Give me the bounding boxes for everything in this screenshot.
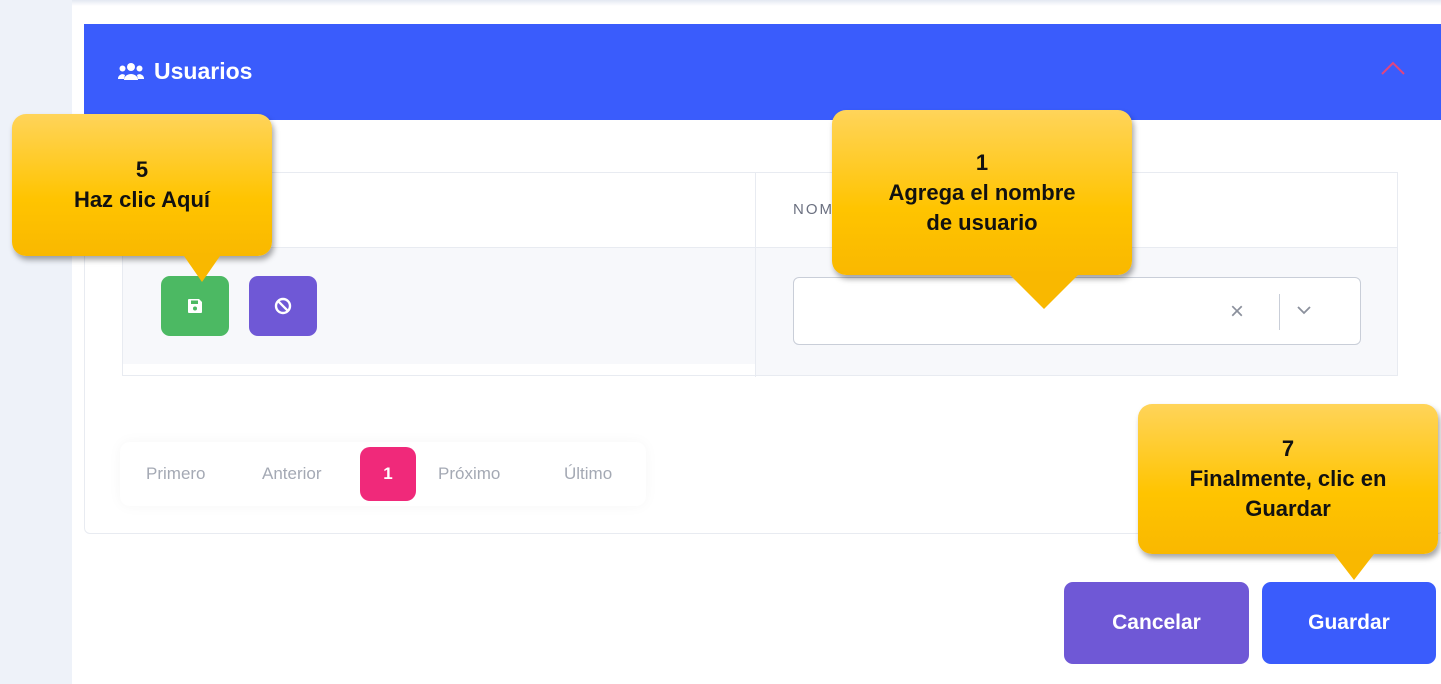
page-previous-link[interactable]: Anterior [262, 464, 322, 484]
users-icon [118, 62, 144, 80]
page-next-link[interactable]: Próximo [438, 464, 500, 484]
page-current-button[interactable]: 1 [360, 447, 416, 501]
chevron-up-icon[interactable] [1380, 60, 1406, 76]
pagination: Primero Anterior 1 Próximo Último [120, 442, 646, 506]
page-first-link[interactable]: Primero [146, 464, 206, 484]
callout-step-1: 1 Agrega el nombre de usuario [832, 110, 1132, 309]
panel-title: Usuarios [118, 58, 252, 85]
callout-5-pointer [184, 256, 220, 282]
floppy-disk-icon [188, 299, 202, 313]
callout-7-line2: Guardar [1245, 496, 1331, 521]
ban-icon [274, 297, 292, 315]
callout-7-line1: Finalmente, clic en [1189, 466, 1387, 491]
save-button[interactable]: Guardar [1262, 582, 1436, 664]
select-separator [1279, 294, 1280, 330]
callout-1-number: 1 [975, 149, 989, 175]
callout-5-number: 5 [135, 157, 149, 182]
save-row-button[interactable] [161, 276, 229, 336]
callout-1-line2: de usuario [926, 209, 1038, 235]
users-panel-header[interactable]: Usuarios [84, 24, 1441, 120]
callout-1-line1: Agrega el nombre [888, 179, 1076, 205]
callout-1-pointer [1010, 275, 1078, 309]
users-table: NOMBRE × [122, 172, 1398, 377]
column-divider [755, 173, 756, 377]
callout-step-7: 7 Finalmente, clic en Guardar [1138, 404, 1438, 580]
top-divider [72, 0, 1441, 6]
table-header-row [123, 173, 1397, 248]
cancel-button[interactable]: Cancelar [1064, 582, 1249, 664]
clear-x-icon[interactable]: × [1230, 298, 1244, 326]
callout-step-5: 5 Haz clic Aquí [12, 114, 272, 282]
callout-7-pointer [1334, 554, 1374, 580]
callout-5-text: Haz clic Aquí [73, 187, 211, 212]
chevron-down-icon[interactable] [1294, 300, 1314, 320]
page-last-link[interactable]: Último [564, 464, 612, 484]
callout-7-number: 7 [1281, 436, 1295, 461]
panel-title-text: Usuarios [154, 58, 253, 84]
cancel-row-button[interactable] [249, 276, 317, 336]
